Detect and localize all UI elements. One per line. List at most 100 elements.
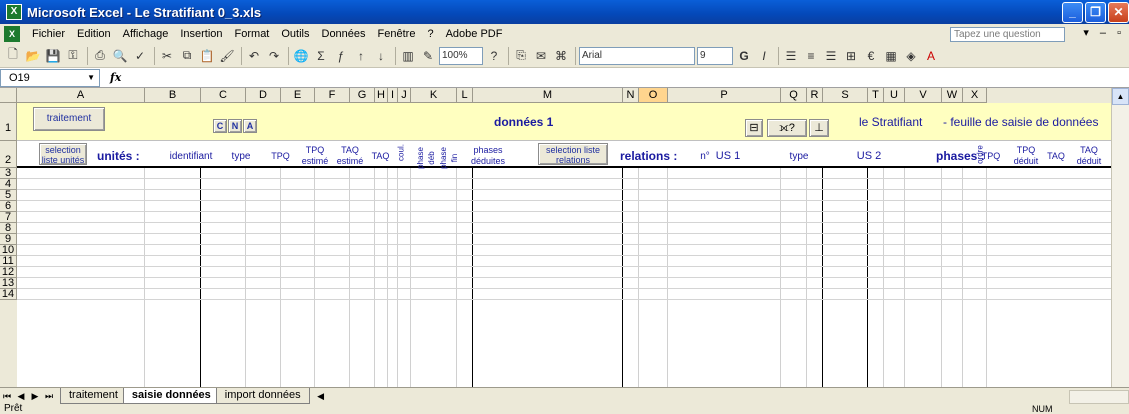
align-center-icon[interactable]: ≡ — [802, 47, 820, 65]
menu-fichier[interactable]: Fichier — [26, 28, 71, 40]
pdf-mail-icon[interactable]: ✉ — [532, 47, 550, 65]
a-button[interactable]: A — [243, 119, 257, 133]
drawing-icon[interactable]: ✎ — [419, 47, 437, 65]
column-header-x[interactable]: X — [963, 88, 987, 103]
close-button[interactable]: ✕ — [1108, 2, 1129, 23]
new-icon[interactable]: 🗋 — [4, 47, 22, 65]
menu-edition[interactable]: Edition — [71, 28, 117, 40]
workbook-icon[interactable]: X — [4, 26, 20, 42]
relation-link-icon[interactable]: ⟗? — [767, 119, 807, 137]
column-header-f[interactable]: F — [315, 88, 350, 103]
tab-traitement[interactable]: traitement — [60, 388, 127, 404]
print-preview-icon[interactable]: 🔍 — [111, 47, 129, 65]
selection-unites-button[interactable]: selection liste unités — [39, 143, 87, 165]
hyperlink-icon[interactable]: 🌐 — [292, 47, 310, 65]
last-sheet-icon[interactable]: ⏭ — [42, 391, 56, 402]
menu-adobe-pdf[interactable]: Adobe PDF — [440, 28, 509, 40]
vertical-scrollbar[interactable]: ▲ — [1111, 88, 1129, 387]
spelling-icon[interactable]: ✓ — [131, 47, 149, 65]
first-sheet-icon[interactable]: ⏮ — [0, 391, 14, 402]
column-header-k[interactable]: K — [411, 88, 457, 103]
workbook-window-controls[interactable]: ▾ ‒ ▫ — [1083, 26, 1125, 39]
menu-outils[interactable]: Outils — [275, 28, 315, 40]
selection-relations-button[interactable]: selection liste relations — [538, 143, 608, 165]
column-header-l[interactable]: L — [457, 88, 473, 103]
help-icon[interactable]: ? — [485, 47, 503, 65]
row-header-14[interactable]: 14 — [0, 289, 17, 300]
pdf-review-icon[interactable]: ⌘ — [552, 47, 570, 65]
n-button[interactable]: N — [228, 119, 242, 133]
chart-wizard-icon[interactable]: ▥ — [399, 47, 417, 65]
sort-descending-icon[interactable]: ↓ — [372, 47, 390, 65]
currency-button[interactable]: € — [862, 47, 880, 65]
menu-donnees[interactable]: Données — [316, 28, 372, 40]
cut-icon[interactable]: ✂ — [158, 47, 176, 65]
column-header-t[interactable]: T — [868, 88, 884, 103]
c-button[interactable]: C — [213, 119, 227, 133]
column-header-r[interactable]: R — [807, 88, 823, 103]
merge-center-icon[interactable]: ⊞ — [842, 47, 860, 65]
menu-insertion[interactable]: Insertion — [174, 28, 228, 40]
function-icon[interactable]: ƒ — [332, 47, 350, 65]
pdf-icon[interactable]: ⎘ — [512, 47, 530, 65]
font-color-icon[interactable]: A — [922, 47, 940, 65]
tab-saisie-donnees[interactable]: saisie données — [122, 388, 220, 404]
column-header-e[interactable]: E — [281, 88, 315, 103]
excel-icon[interactable]: X — [6, 4, 22, 20]
name-box[interactable]: O19 ▼ — [0, 68, 100, 87]
column-header-a[interactable]: A — [17, 88, 145, 103]
paste-icon[interactable]: 📋 — [198, 47, 216, 65]
menu-fenetre[interactable]: Fenêtre — [372, 28, 422, 40]
column-header-u[interactable]: U — [884, 88, 905, 103]
tab-import-donnees[interactable]: import données — [215, 388, 310, 404]
column-header-v[interactable]: V — [905, 88, 942, 103]
italic-button[interactable]: I — [755, 47, 773, 65]
menu-format[interactable]: Format — [229, 28, 276, 40]
tree-view-icon[interactable]: ⊟ — [745, 119, 763, 137]
column-header-j[interactable]: J — [398, 88, 411, 103]
hierarchy-icon[interactable]: ⊥ — [809, 119, 829, 137]
open-icon[interactable]: 📂 — [24, 47, 42, 65]
font-size-select[interactable]: 9 — [697, 46, 733, 65]
redo-icon[interactable]: ↷ — [265, 47, 283, 65]
zoom-select[interactable]: 100% — [439, 46, 483, 65]
bold-button[interactable]: G — [735, 47, 753, 65]
column-header-n[interactable]: N — [623, 88, 639, 103]
copy-icon[interactable]: ⧉ — [178, 47, 196, 65]
borders-icon[interactable]: ▦ — [882, 47, 900, 65]
worksheet-grid[interactable]: traitement C N A données 1 ⊟ ⟗? ⊥ le Str… — [17, 103, 1111, 387]
menu-help[interactable]: ? — [421, 28, 439, 40]
column-header-i[interactable]: I — [388, 88, 398, 103]
restore-button[interactable]: ❐ — [1085, 2, 1106, 23]
column-header-c[interactable]: C — [201, 88, 246, 103]
traitement-button[interactable]: traitement — [33, 107, 105, 131]
next-sheet-icon[interactable]: ▶ — [28, 391, 42, 402]
minimize-button[interactable]: _ — [1062, 2, 1083, 23]
format-painter-icon[interactable]: 🖌 — [218, 47, 236, 65]
chevron-down-icon[interactable]: ▼ — [87, 70, 95, 86]
font-name-select[interactable]: Arial — [579, 46, 695, 65]
column-header-d[interactable]: D — [246, 88, 281, 103]
row-header-1[interactable]: 1 — [0, 103, 17, 141]
column-header-s[interactable]: S — [823, 88, 868, 103]
undo-icon[interactable]: ↶ — [245, 47, 263, 65]
row-header-2[interactable]: 2 — [0, 141, 17, 168]
horizontal-scrollbar[interactable] — [1069, 390, 1129, 404]
save-icon[interactable]: 💾 — [44, 47, 62, 65]
column-header-w[interactable]: W — [942, 88, 963, 103]
fill-color-icon[interactable]: ◈ — [902, 47, 920, 65]
align-right-icon[interactable]: ☰ — [822, 47, 840, 65]
column-header-o[interactable]: O — [639, 88, 668, 103]
column-header-p[interactable]: P — [668, 88, 781, 103]
column-header-h[interactable]: H — [375, 88, 388, 103]
menu-affichage[interactable]: Affichage — [117, 28, 175, 40]
column-header-q[interactable]: Q — [781, 88, 807, 103]
print-icon[interactable]: ⎙ — [91, 47, 109, 65]
column-header-b[interactable]: B — [145, 88, 201, 103]
prev-sheet-icon[interactable]: ◀ — [14, 391, 28, 402]
sort-ascending-icon[interactable]: ↑ — [352, 47, 370, 65]
column-header-g[interactable]: G — [350, 88, 375, 103]
column-header-m[interactable]: M — [473, 88, 623, 103]
ask-question-input[interactable]: Tapez une question — [950, 27, 1065, 42]
autosum-icon[interactable]: Σ — [312, 47, 330, 65]
